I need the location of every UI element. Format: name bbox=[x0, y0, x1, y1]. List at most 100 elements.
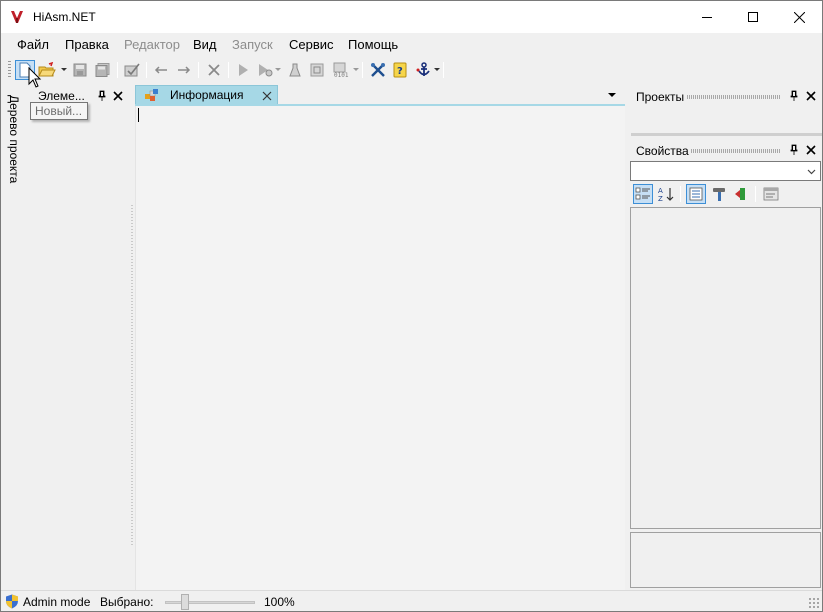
svg-text:Z: Z bbox=[658, 195, 663, 202]
close-window-button[interactable] bbox=[776, 1, 822, 33]
title-bar: HiAsm.NET bbox=[1, 1, 822, 33]
check-icon bbox=[124, 63, 140, 77]
hammer-icon bbox=[713, 188, 725, 201]
zoom-slider-track[interactable] bbox=[165, 601, 255, 604]
pin-icon[interactable] bbox=[788, 144, 800, 156]
tools-icon bbox=[371, 63, 385, 77]
binary-icon: 0101 bbox=[333, 62, 349, 78]
menu-run[interactable]: Запуск bbox=[232, 37, 273, 52]
close-tab-icon[interactable] bbox=[261, 90, 273, 102]
zoom-value: 100% bbox=[264, 595, 295, 609]
event-icon bbox=[735, 188, 745, 200]
save-icon bbox=[73, 63, 87, 77]
chevron-down-icon bbox=[807, 169, 816, 175]
run-options-icon bbox=[259, 64, 273, 77]
run-button[interactable] bbox=[233, 60, 253, 80]
open-dropdown-arrow[interactable] bbox=[61, 68, 67, 71]
property-pages-button[interactable] bbox=[761, 184, 781, 204]
info-document-icon bbox=[145, 89, 158, 101]
mouse-cursor-icon bbox=[28, 67, 42, 88]
toolbar-separator bbox=[755, 186, 756, 202]
document-list-dropdown[interactable] bbox=[608, 93, 616, 97]
menu-help[interactable]: Помощь bbox=[348, 37, 398, 52]
caption-grip bbox=[691, 149, 781, 153]
properties-view-button[interactable] bbox=[686, 184, 706, 204]
flask-button[interactable] bbox=[285, 60, 305, 80]
tab-information-label: Информация bbox=[170, 88, 244, 102]
document-area: Информация bbox=[135, 85, 625, 590]
binary-dropdown-arrow[interactable] bbox=[353, 68, 359, 71]
properties-panel-caption: Свойства bbox=[629, 141, 822, 159]
left-tab-strip: Дерево проекта bbox=[1, 85, 29, 590]
run-dropdown-arrow[interactable] bbox=[275, 68, 281, 71]
methods-view-button[interactable] bbox=[709, 184, 729, 204]
zoom-slider-thumb[interactable] bbox=[181, 594, 190, 610]
help-icon: ? bbox=[393, 62, 407, 78]
back-arrow-icon bbox=[154, 66, 167, 74]
check-button[interactable] bbox=[122, 60, 142, 80]
menu-bar: Файл Правка Редактор Вид Запуск Сервис П… bbox=[1, 33, 822, 55]
svg-text:A: A bbox=[658, 187, 663, 195]
information-editor[interactable] bbox=[135, 106, 625, 590]
elements-panel-title: Элеме... bbox=[38, 89, 85, 103]
property-list-icon bbox=[689, 187, 703, 201]
tab-information[interactable]: Информация bbox=[135, 85, 278, 105]
projects-panel-caption: Проекты bbox=[629, 87, 822, 105]
save-all-button[interactable] bbox=[93, 60, 113, 80]
binary-button[interactable]: 0101 bbox=[331, 60, 351, 80]
debug-icon bbox=[310, 63, 324, 77]
property-grid[interactable] bbox=[630, 207, 821, 529]
delete-button[interactable] bbox=[204, 60, 224, 80]
property-description bbox=[630, 532, 821, 588]
run-icon bbox=[239, 64, 248, 76]
window-title: HiAsm.NET bbox=[33, 10, 96, 24]
save-button[interactable] bbox=[70, 60, 90, 80]
properties-object-select[interactable] bbox=[630, 161, 821, 181]
categorized-button[interactable] bbox=[633, 184, 653, 204]
panel-splitter[interactable] bbox=[631, 133, 822, 136]
property-pages-icon bbox=[763, 187, 779, 201]
anchor-button[interactable] bbox=[414, 60, 434, 80]
minimize-icon bbox=[702, 17, 712, 18]
caption-grip bbox=[687, 95, 781, 99]
menu-view[interactable]: Вид bbox=[193, 37, 217, 52]
menu-edit[interactable]: Правка bbox=[65, 37, 109, 52]
help-button[interactable]: ? bbox=[390, 60, 410, 80]
forward-button[interactable] bbox=[174, 60, 194, 80]
toolbar-grip[interactable] bbox=[8, 61, 11, 79]
toolbar-separator bbox=[680, 186, 681, 202]
anchor-dropdown-arrow[interactable] bbox=[434, 68, 440, 71]
alphabetical-button[interactable]: AZ bbox=[656, 184, 676, 204]
properties-panel-title: Свойства bbox=[636, 144, 689, 158]
minimize-button[interactable] bbox=[684, 1, 730, 33]
new-button-tooltip: Новый... bbox=[30, 102, 88, 120]
maximize-button[interactable] bbox=[730, 1, 776, 33]
events-view-button[interactable] bbox=[731, 184, 751, 204]
toolbar-separator bbox=[228, 62, 229, 78]
menu-editor[interactable]: Редактор bbox=[124, 37, 180, 52]
project-tree-tab[interactable]: Дерево проекта bbox=[7, 95, 21, 183]
close-panel-icon[interactable] bbox=[805, 144, 817, 156]
toolbar-separator bbox=[443, 62, 444, 78]
categorized-icon bbox=[635, 187, 650, 200]
toolbar-separator bbox=[198, 62, 199, 78]
maximize-icon bbox=[748, 12, 758, 22]
close-panel-icon[interactable] bbox=[112, 90, 124, 102]
toolbar-separator bbox=[146, 62, 147, 78]
menu-file[interactable]: Файл bbox=[17, 37, 49, 52]
tools-button[interactable] bbox=[368, 60, 388, 80]
close-panel-icon[interactable] bbox=[805, 90, 817, 102]
anchor-icon bbox=[416, 62, 430, 76]
debug-button[interactable] bbox=[307, 60, 327, 80]
back-button[interactable] bbox=[151, 60, 171, 80]
svg-text:?: ? bbox=[397, 66, 403, 77]
menu-service[interactable]: Сервис bbox=[289, 37, 334, 52]
main-toolbar: 0101 ? bbox=[1, 57, 822, 83]
pin-icon[interactable] bbox=[96, 90, 108, 102]
run-options-button[interactable] bbox=[255, 60, 275, 80]
resize-grip[interactable] bbox=[808, 597, 819, 608]
sort-alphabetical-icon: AZ bbox=[658, 187, 674, 202]
pin-icon[interactable] bbox=[788, 90, 800, 102]
right-dock-area: Проекты Свойства AZ bbox=[629, 85, 822, 590]
save-all-icon bbox=[95, 63, 110, 77]
